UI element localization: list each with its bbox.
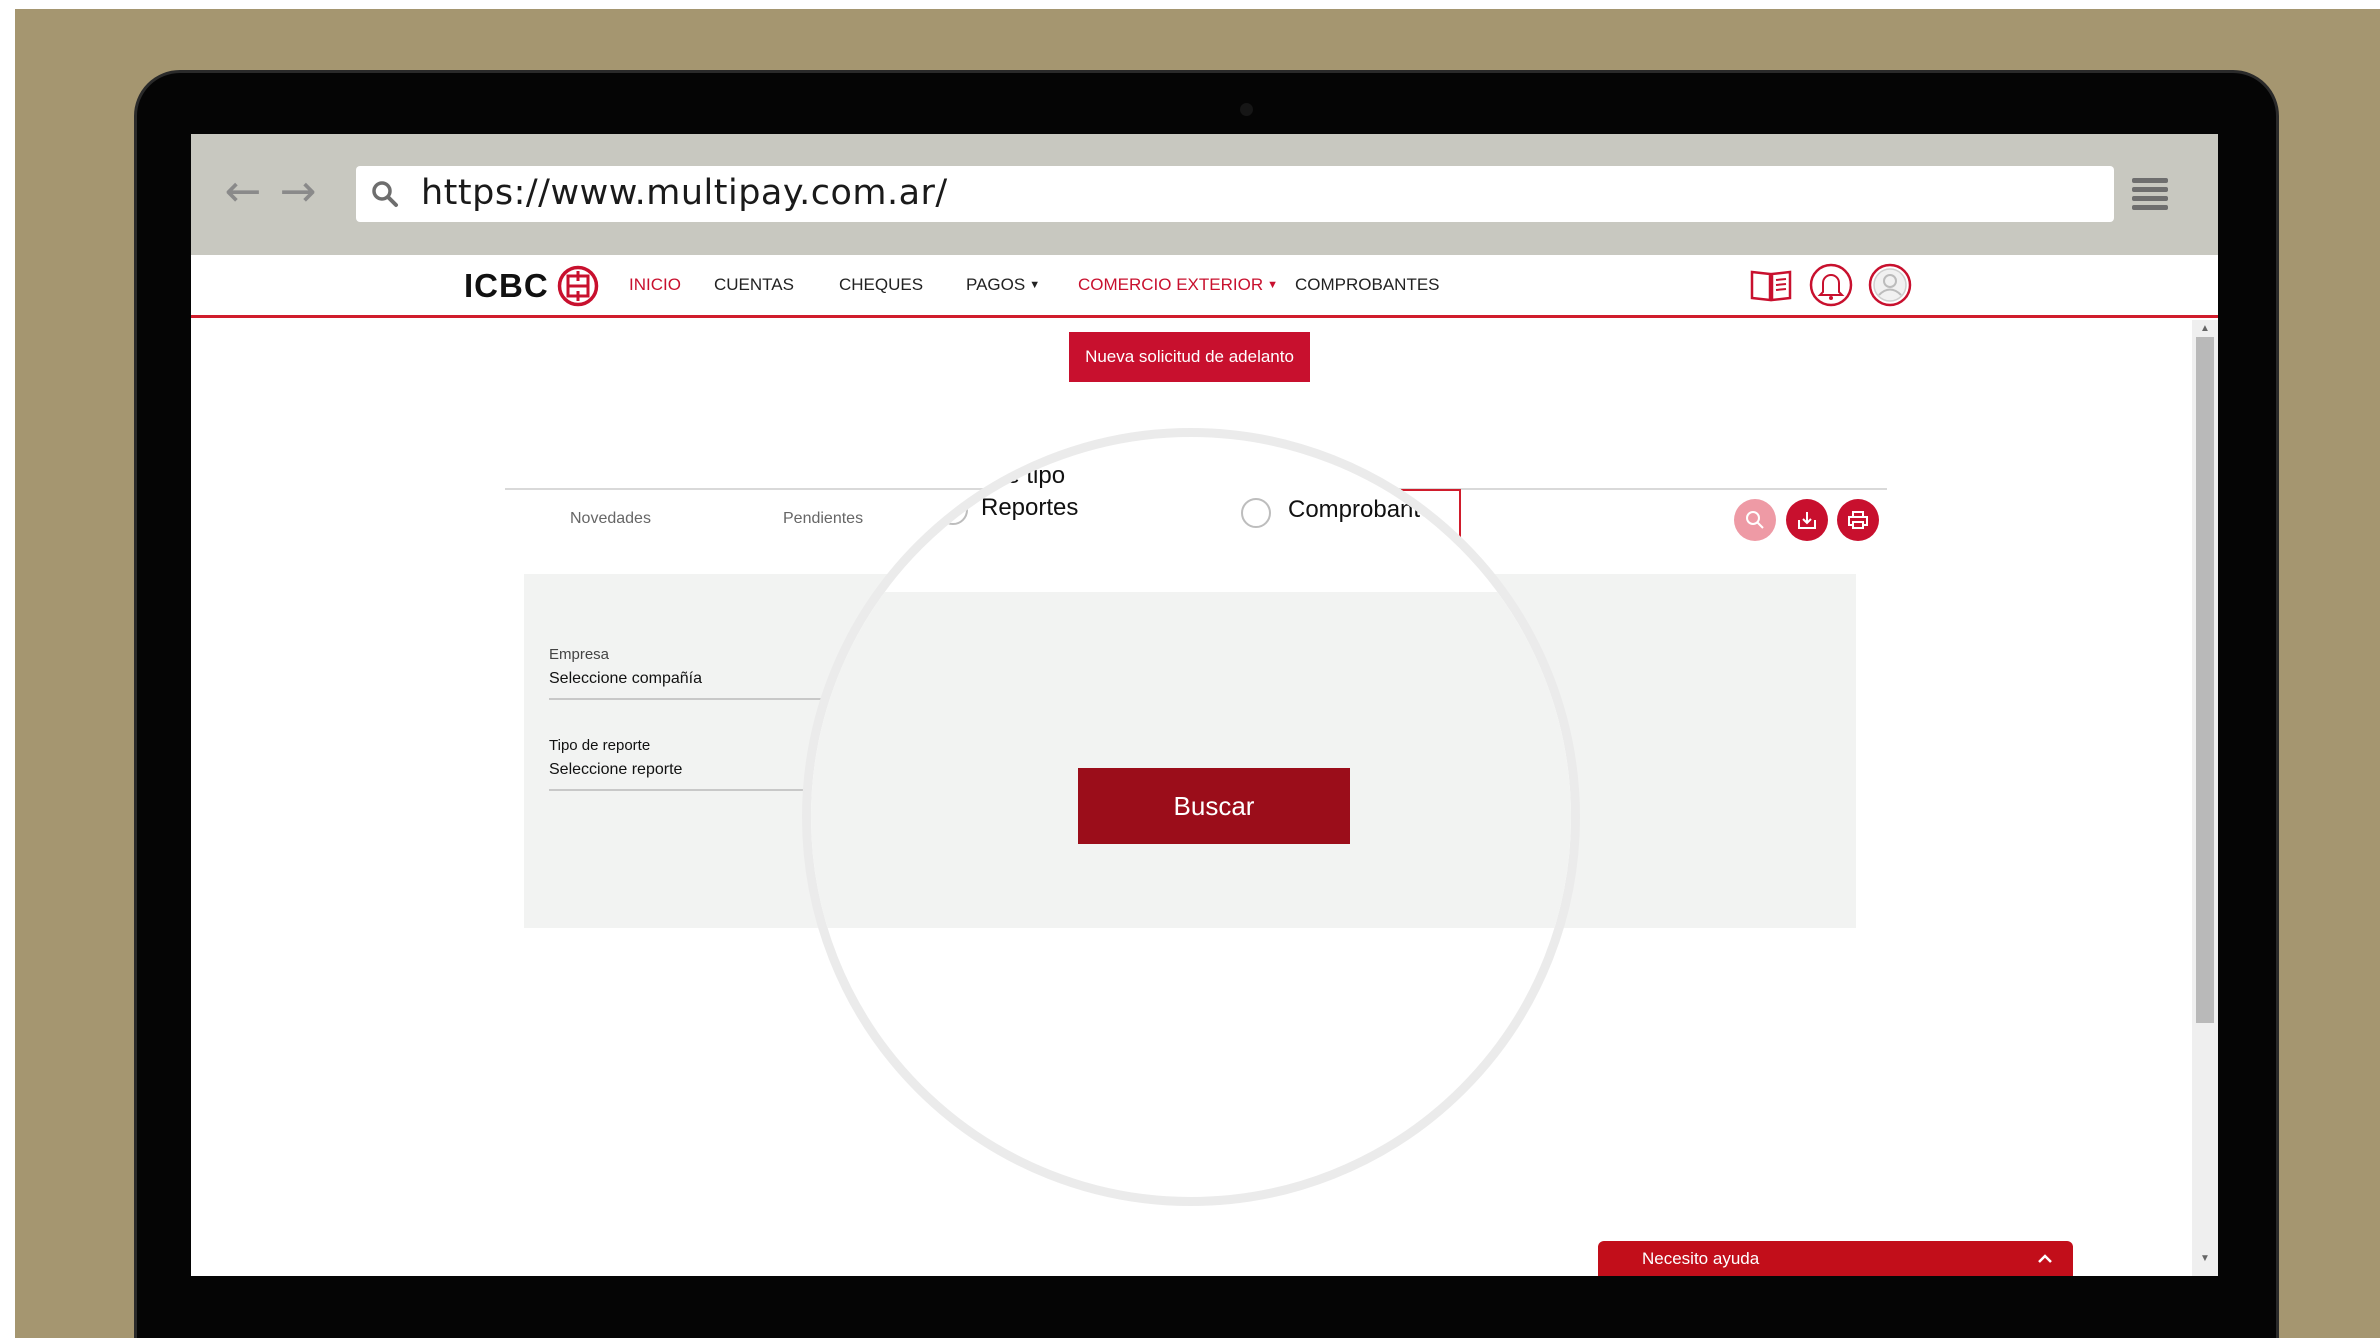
radio-reportes-label[interactable]: Reportes: [981, 494, 1078, 522]
empresa-label: Empresa: [549, 646, 610, 663]
book-icon[interactable]: [1748, 262, 1794, 308]
nav-comprobantes[interactable]: COMPROBANTES: [1295, 275, 1440, 295]
tipo-reporte-select[interactable]: Seleccione reporte: [549, 761, 682, 779]
search-icon: [1746, 511, 1764, 529]
tipo-reporte-underline: [549, 789, 839, 791]
chevron-up-icon: [2038, 1254, 2052, 1263]
print-icon: [1848, 511, 1868, 529]
print-action-button[interactable]: [1837, 499, 1879, 541]
scrollbar-thumb[interactable]: [2196, 337, 2214, 1023]
laptop-screen: ← → https://www.multipay.com.ar/ ICBC IN…: [191, 134, 2218, 1276]
arrow-right-icon[interactable]: →: [276, 170, 320, 214]
radio-comprobantes[interactable]: [1241, 498, 1271, 528]
scene: ← → https://www.multipay.com.ar/ ICBC IN…: [0, 0, 2380, 1338]
magnified-form-panel: [811, 592, 1571, 928]
tab-novedades[interactable]: Novedades: [570, 510, 651, 528]
nav-inicio[interactable]: INICIO: [629, 275, 681, 295]
nav-cuentas[interactable]: CUENTAS: [714, 275, 794, 295]
magnified-heading: ne tipo: [993, 462, 1066, 489]
hamburger-menu-icon[interactable]: [2132, 178, 2168, 210]
icbc-logo[interactable]: ICBC: [464, 264, 599, 308]
empresa-underline: [549, 698, 839, 700]
bell-icon[interactable]: [1808, 262, 1854, 308]
nav-pagos[interactable]: PAGOS ▼: [966, 275, 1040, 295]
magnifier-lens: ne tipo Reportes Comprobantes Buscar: [802, 428, 1580, 1206]
radio-comprobantes-label[interactable]: Comprobantes: [1288, 496, 1445, 524]
nav-cheques[interactable]: CHEQUES: [839, 275, 923, 295]
empresa-select[interactable]: Seleccione compañía: [549, 670, 702, 688]
download-action-button[interactable]: [1786, 499, 1828, 541]
search-action-button[interactable]: [1734, 499, 1776, 541]
arrow-left-icon[interactable]: ←: [221, 170, 265, 214]
help-bar[interactable]: Necesito ayuda: [1598, 1241, 2073, 1276]
download-icon: [1798, 512, 1816, 529]
tipo-reporte-label: Tipo de reporte: [549, 737, 651, 754]
scroll-down-icon[interactable]: ▼: [2196, 1252, 2214, 1266]
nav-comercio-label: COMERCIO EXTERIOR: [1078, 275, 1264, 294]
radio-reportes[interactable]: [938, 495, 968, 525]
site-header: ICBC INICIO CUENTAS CHEQUES PAGOS ▼ COMER…: [191, 255, 2218, 318]
search-icon: [372, 181, 398, 207]
nav-comercio-exterior[interactable]: COMERCIO EXTERIOR ▼: [1078, 275, 1278, 295]
address-bar[interactable]: https://www.multipay.com.ar/: [356, 166, 2114, 222]
help-label: Necesito ayuda: [1642, 1249, 1760, 1268]
caret-down-icon: ▼: [1029, 279, 1041, 291]
webcam: [1240, 103, 1253, 116]
logo-text: ICBC: [464, 267, 549, 304]
caret-down-icon: ▼: [1267, 279, 1279, 291]
icbc-emblem-icon: [557, 265, 598, 307]
magnified-view: ne tipo Reportes Comprobantes Buscar: [811, 437, 1571, 1197]
browser-toolbar: ← → https://www.multipay.com.ar/: [191, 134, 2218, 255]
nueva-solicitud-button[interactable]: Nueva solicitud de adelanto: [1069, 332, 1310, 382]
scroll-up-icon[interactable]: ▲: [2196, 322, 2214, 336]
nav-pagos-label: PAGOS: [966, 275, 1026, 294]
user-avatar-icon[interactable]: [1867, 262, 1913, 308]
url-text: https://www.multipay.com.ar/: [421, 173, 948, 213]
buscar-button[interactable]: Buscar: [1078, 768, 1350, 844]
